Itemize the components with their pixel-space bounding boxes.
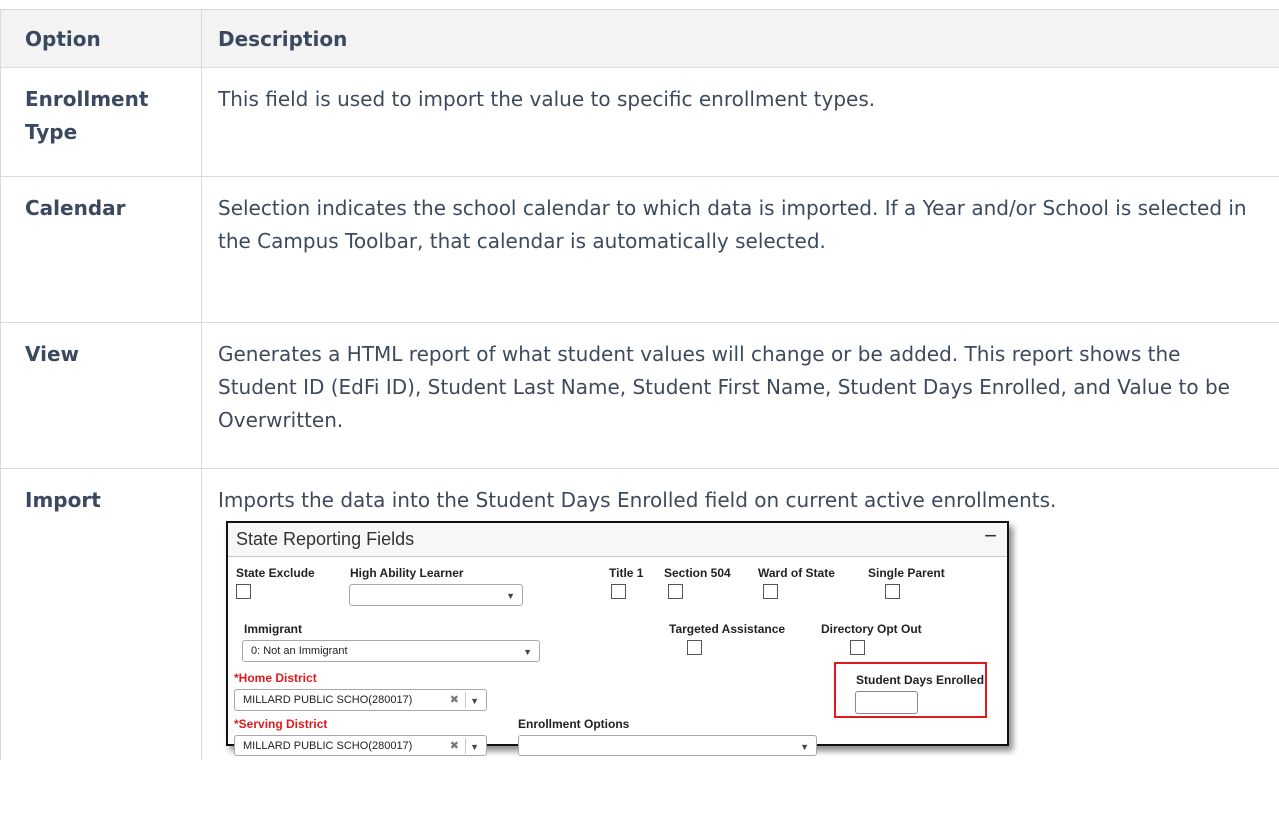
table-header-row: Option Description — [0, 9, 1279, 68]
description-cell: Generates a HTML report of what student … — [201, 322, 1279, 469]
student-days-enrolled-input[interactable] — [855, 691, 918, 714]
state-exclude-checkbox[interactable] — [236, 584, 251, 599]
immigrant-select[interactable]: 0: Not an Immigrant ▼ — [242, 640, 540, 662]
panel-title: State Reporting Fields — [236, 529, 415, 549]
clear-icon[interactable]: ✖ — [450, 694, 459, 707]
ward-of-state-checkbox[interactable] — [763, 584, 778, 599]
chevron-down-icon: ▼ — [800, 742, 809, 752]
immigrant-label: Immigrant — [244, 622, 303, 636]
home-district-value: MILLARD PUBLIC SCHO(280017) — [243, 694, 413, 706]
high-ability-learner-label: High Ability Learner — [350, 566, 464, 580]
description-text: Imports the data into the Student Days E… — [218, 488, 1057, 512]
single-parent-checkbox[interactable] — [885, 584, 900, 599]
panel-header: State Reporting Fields − — [228, 523, 1007, 557]
high-ability-learner-select[interactable]: ▼ — [349, 584, 523, 606]
title-1-label: Title 1 — [609, 566, 644, 580]
chevron-down-icon: ▼ — [470, 742, 479, 752]
table-row: Calendar Selection indicates the school … — [0, 176, 1279, 323]
header-option: Option — [0, 9, 202, 68]
ward-of-state-label: Ward of State — [758, 566, 835, 580]
student-days-enrolled-label: Student Days Enrolled — [856, 673, 985, 687]
home-district-label: *Home District — [234, 671, 317, 685]
option-cell: Calendar — [0, 176, 202, 323]
collapse-icon[interactable]: − — [984, 525, 997, 547]
header-description: Description — [201, 9, 1279, 68]
directory-opt-out-label: Directory Opt Out — [821, 622, 922, 636]
enrollment-options-select[interactable]: ▼ — [518, 735, 817, 756]
targeted-assistance-checkbox[interactable] — [687, 640, 702, 655]
state-reporting-fields-panel: State Reporting Fields − State Exclude H… — [226, 521, 1009, 756]
description-cell: This field is used to import the value t… — [201, 67, 1279, 177]
title-1-checkbox[interactable] — [611, 584, 626, 599]
single-parent-label: Single Parent — [868, 566, 945, 580]
section-504-label: Section 504 — [664, 566, 731, 580]
table-row: Import Imports the data into the Student… — [0, 468, 1279, 760]
chevron-down-icon: ▼ — [506, 591, 515, 601]
table-row: View Generates a HTML report of what stu… — [0, 322, 1279, 469]
table-row: Enrollment Type This field is used to im… — [0, 67, 1279, 177]
home-district-select[interactable]: MILLARD PUBLIC SCHO(280017) ✖ ▼ — [234, 689, 487, 711]
select-divider — [465, 738, 466, 754]
directory-opt-out-checkbox[interactable] — [850, 640, 865, 655]
clear-icon[interactable]: ✖ — [450, 740, 459, 753]
section-504-checkbox[interactable] — [668, 584, 683, 599]
select-divider — [465, 692, 466, 708]
targeted-assistance-label: Targeted Assistance — [669, 622, 786, 636]
immigrant-value: 0: Not an Immigrant — [251, 645, 348, 657]
serving-district-label: *Serving District — [234, 717, 328, 731]
description-cell: Imports the data into the Student Days E… — [201, 468, 1279, 760]
option-cell: View — [0, 322, 202, 469]
serving-district-select[interactable]: MILLARD PUBLIC SCHO(280017) ✖ ▼ — [234, 735, 487, 756]
chevron-down-icon: ▼ — [523, 647, 532, 657]
option-cell: Enrollment Type — [0, 67, 202, 177]
chevron-down-icon: ▼ — [470, 696, 479, 706]
state-exclude-label: State Exclude — [236, 566, 315, 580]
enrollment-options-label: Enrollment Options — [518, 717, 630, 731]
description-cell: Selection indicates the school calendar … — [201, 176, 1279, 323]
serving-district-value: MILLARD PUBLIC SCHO(280017) — [243, 740, 413, 752]
option-cell: Import — [0, 468, 202, 760]
options-table: Option Description Enrollment Type This … — [0, 9, 1279, 760]
